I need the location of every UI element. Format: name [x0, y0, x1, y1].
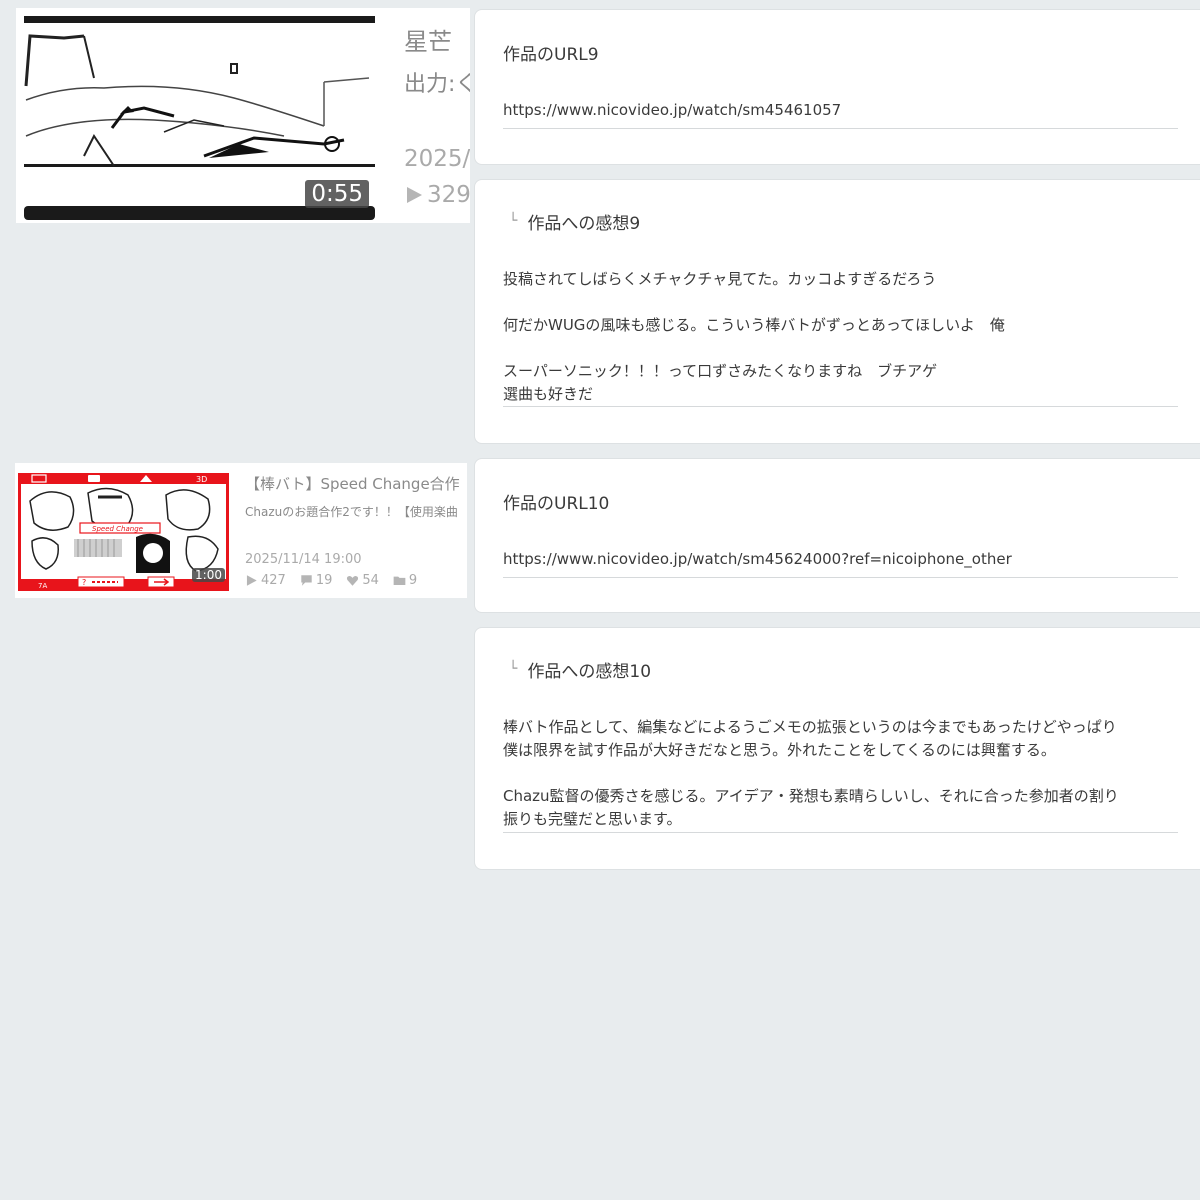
- question-label-text: 作品への感想10: [527, 662, 652, 682]
- url-answer-field[interactable]: https://www.nicovideo.jp/watch/sm4546105…: [503, 99, 1178, 129]
- video-thumbnail-2[interactable]: 3D Speed Change ? 7A 1:00: [18, 473, 229, 591]
- impression-answer-field[interactable]: 投稿されてしばらくメチャクチャ見てた。カッコよすぎるだろう 何だかWUGの風味も…: [503, 268, 1178, 407]
- question-label: └ 作品への感想9: [509, 209, 640, 234]
- video-card-2[interactable]: 3D Speed Change ? 7A 1:00 【棒バト】Speed Cha…: [15, 463, 467, 598]
- views-count: 329: [427, 182, 470, 208]
- question-label: 作品のURL10: [503, 494, 610, 514]
- comments-stat: 19: [300, 573, 333, 588]
- answer-line: [503, 337, 1178, 360]
- mylist-stat: 9: [393, 573, 417, 588]
- answer-line: 僕は限界を試す作品が大好きだなと思う。外れたことをしてくるのには興奮する。: [503, 741, 1056, 759]
- video-stats: 427 19 54 9: [245, 573, 431, 588]
- answer-line: 選曲も好きだ: [503, 385, 594, 403]
- impression-question-10: └ 作品への感想10 棒バト作品として、編集などによるうごメモの拡張というのは今ま…: [474, 627, 1200, 870]
- url-question-10: 作品のURL10 https://www.nicovideo.jp/watch/…: [474, 458, 1200, 613]
- answer-line: 何だかWUGの風味も感じる。こういう棒バトがずっとあってほしいよ 俺: [503, 316, 1005, 334]
- video-title[interactable]: 星芒: [404, 22, 452, 57]
- answer-line: [503, 762, 1178, 785]
- sub-question-mark: └: [509, 213, 518, 229]
- likes-stat: 54: [346, 573, 379, 588]
- play-icon: [246, 575, 257, 586]
- video-description: Chazuのお題合作2です！！【使用楽曲: [245, 505, 458, 519]
- answer-line: Chazu監督の優秀さを感じる。アイデア・発想も素晴らしいし、それに合った参加者…: [503, 787, 1119, 805]
- likes-count: 54: [362, 573, 379, 588]
- svg-text:3D: 3D: [196, 475, 207, 484]
- video-title[interactable]: 【棒バト】Speed Change合作: [245, 473, 460, 494]
- question-label: 作品のURL9: [503, 45, 599, 65]
- svg-text:?: ?: [82, 578, 86, 587]
- sub-question-mark: └: [509, 661, 518, 677]
- video-duration: 1:00: [192, 568, 225, 582]
- video-description: 出力:く: [404, 72, 470, 97]
- video-date: 2025/: [404, 146, 470, 172]
- answer-line: 投稿されてしばらくメチャクチャ見てた。カッコよすぎるだろう: [503, 270, 937, 288]
- video-duration: 0:55: [305, 180, 369, 208]
- play-icon: [407, 187, 422, 203]
- answer-line: スーパーソニック！！！って口ずさみたくなりますね ブチアゲ: [503, 362, 938, 380]
- answer-line: 振りも完璧だと思います。: [503, 810, 682, 828]
- heart-icon: [347, 575, 359, 586]
- mylist-count: 9: [408, 573, 418, 588]
- video-thumbnail-1[interactable]: 0:55: [24, 16, 375, 220]
- comment-icon: [301, 575, 312, 586]
- video-card-1[interactable]: 0:55 星芒 出力:く 2025/ 329: [16, 8, 470, 223]
- views-stat: 427: [245, 573, 286, 588]
- question-label: └ 作品への感想10: [509, 657, 651, 682]
- views-count: 427: [261, 573, 286, 588]
- answer-line: [503, 291, 1178, 314]
- video-date: 2025/11/14 19:00: [245, 552, 362, 567]
- svg-text:Speed Change: Speed Change: [92, 525, 143, 533]
- impression-answer-field[interactable]: 棒バト作品として、編集などによるうごメモの拡張というのは今までもあったけどやっぱ…: [503, 716, 1178, 833]
- question-label-text: 作品への感想9: [527, 214, 641, 234]
- folder-icon: [393, 576, 406, 586]
- answer-line: 棒バト作品として、編集などによるうごメモの拡張というのは今までもあったけどやっぱ…: [503, 718, 1117, 736]
- comments-count: 19: [315, 573, 333, 588]
- video-stats: 329: [404, 182, 470, 208]
- svg-text:7A: 7A: [38, 582, 47, 590]
- url-answer-field[interactable]: https://www.nicovideo.jp/watch/sm4562400…: [503, 548, 1178, 578]
- url-question-9: 作品のURL9 https://www.nicovideo.jp/watch/s…: [474, 9, 1200, 165]
- impression-question-9: └ 作品への感想9 投稿されてしばらくメチャクチャ見てた。カッコよすぎるだろう 何…: [474, 179, 1200, 444]
- views-stat: 329: [404, 182, 470, 208]
